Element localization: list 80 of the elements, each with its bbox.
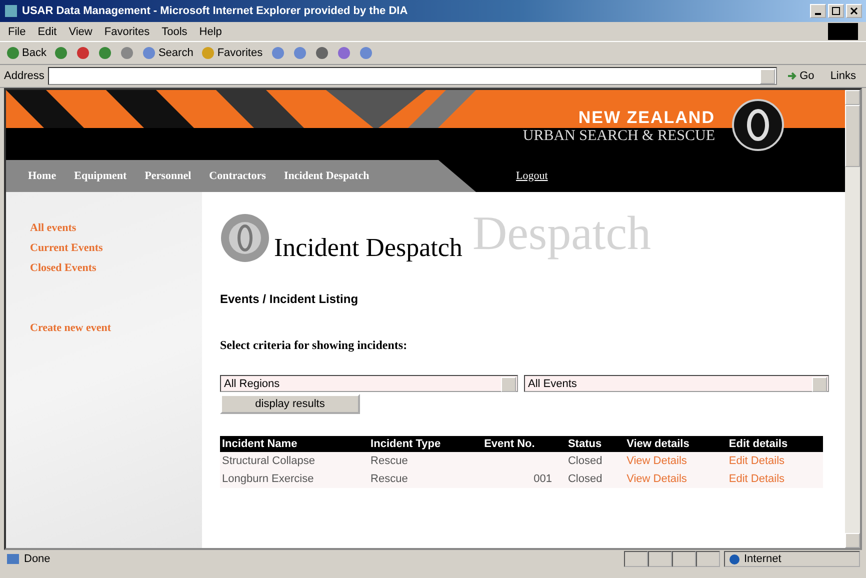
emblem-icon (731, 98, 785, 152)
toolbar-icon (98, 46, 112, 60)
table-cell: Closed (566, 452, 625, 470)
go-button[interactable]: Go (780, 69, 820, 83)
zone-text: Internet (744, 553, 782, 565)
window-title: USAR Data Management - Microsoft Internet Explorer provided by the DIA (22, 5, 408, 17)
nav-link[interactable]: Personnel (144, 170, 192, 182)
toolbar-icon (6, 46, 20, 60)
filter-dropdown[interactable]: All Regions (220, 375, 518, 392)
refresh-button[interactable] (98, 46, 112, 60)
status-panel (648, 551, 672, 567)
table-cell: 001 (534, 473, 552, 485)
close-button[interactable] (846, 4, 862, 18)
column-header: Status (566, 436, 625, 452)
home-button[interactable] (120, 46, 134, 60)
table-cell: Rescue (368, 452, 482, 470)
emblem-icon (220, 213, 270, 263)
column-header: Event No. (482, 436, 566, 452)
page-title: Incident Despatch (274, 233, 462, 263)
discuss-button[interactable] (358, 46, 373, 60)
banner-title: NEW ZEALAND (577, 108, 715, 128)
column-header: View details (624, 436, 727, 452)
edit-button[interactable] (336, 46, 351, 60)
address-label: Address (4, 70, 44, 82)
address-field[interactable] (48, 67, 777, 85)
status-panel (696, 551, 720, 567)
column-header: Edit details (726, 436, 823, 452)
menu-item[interactable]: File (8, 26, 26, 38)
toolbar-icon (270, 46, 285, 60)
criteria-label: Select criteria for showing incidents: (220, 338, 408, 353)
table-cell: Closed (566, 470, 625, 488)
maximize-icon (832, 7, 840, 15)
toolbar-icon (292, 46, 307, 60)
menu-item[interactable]: Favorites (104, 26, 150, 38)
stop-button[interactable] (76, 46, 90, 60)
table-cell: Rescue (368, 470, 482, 488)
toolbar-icon (120, 46, 134, 60)
menu-item[interactable]: View (68, 26, 92, 38)
menu-item[interactable]: Edit (38, 26, 57, 38)
print-button[interactable] (314, 46, 329, 60)
scrollbar[interactable] (845, 90, 860, 548)
close-icon (850, 7, 858, 15)
history-button[interactable] (270, 46, 285, 60)
toolbar-icon (76, 46, 90, 60)
search-button[interactable]: Search (142, 46, 194, 60)
toolbar-icon (54, 46, 68, 60)
minimize-button[interactable] (810, 4, 826, 18)
arrow-icon (786, 71, 797, 81)
nav-link[interactable]: Contractors (209, 170, 266, 182)
toolbar-icon (336, 46, 351, 60)
toolbar-icon (358, 46, 373, 60)
nav-link[interactable]: Incident Despatch (284, 170, 370, 182)
banner-subtitle: URBAN SEARCH & RESCUE (522, 128, 715, 145)
display-results-button[interactable]: display results (220, 394, 360, 414)
nav-link[interactable]: Equipment (74, 170, 127, 182)
status-panel (624, 551, 648, 567)
status-text: Done (24, 553, 50, 565)
forward-button[interactable] (54, 46, 68, 60)
filter-dropdown[interactable]: All Events (524, 375, 829, 392)
nav-link[interactable]: Home (28, 170, 56, 182)
mail-button[interactable] (292, 46, 307, 60)
maximize-button[interactable] (828, 4, 844, 18)
globe-icon (729, 554, 740, 564)
page-icon (6, 553, 20, 565)
back-button[interactable]: Back (6, 46, 46, 60)
toolbar-icon (201, 46, 216, 60)
menu-item[interactable]: Help (199, 26, 222, 38)
links-button[interactable]: Links (824, 69, 862, 83)
browser-icon (4, 4, 18, 18)
logout-link[interactable]: Logout (516, 170, 548, 182)
favorites-button[interactable]: Favorites (201, 46, 263, 60)
column-header: Incident Type (368, 436, 482, 452)
menu-item[interactable]: Tools (162, 26, 188, 38)
status-panel (672, 551, 696, 567)
table-cell: Longburn Exercise (220, 470, 369, 488)
section-heading: Events / Incident Listing (220, 292, 360, 306)
column-header: Incident Name (220, 436, 369, 452)
toolbar-icon (142, 46, 156, 60)
toolbar-icon (314, 46, 329, 60)
table-cell: Structural Collapse (220, 452, 369, 470)
